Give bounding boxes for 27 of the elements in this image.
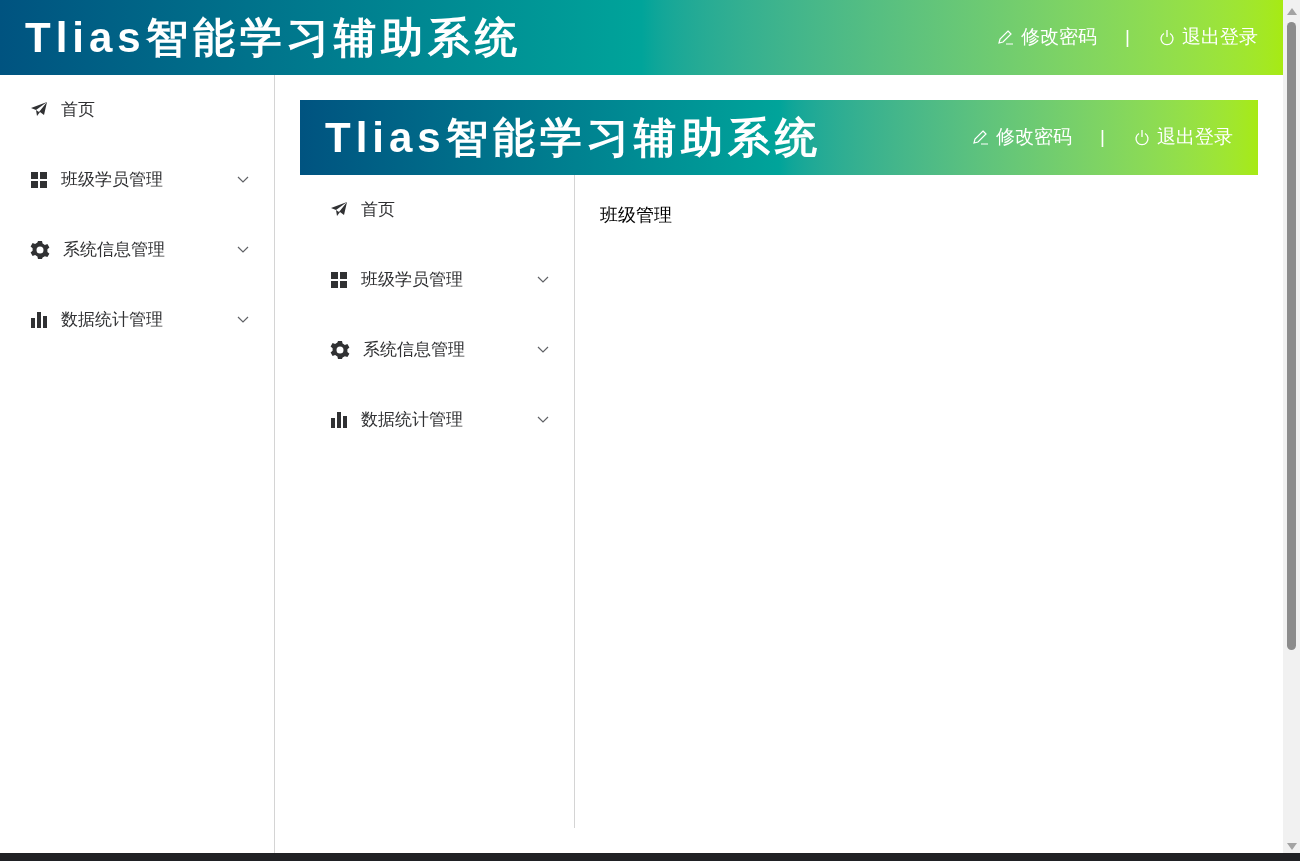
separator: |	[1125, 25, 1130, 50]
pencil-icon	[972, 128, 991, 147]
app-title: Tlias智能学习辅助系统	[25, 13, 522, 63]
pencil-icon	[997, 28, 1016, 47]
content-text: 班级管理	[600, 204, 673, 227]
menu-item[interactable]: 系统信息管理	[0, 215, 274, 285]
scrollbar-thumb[interactable]	[1287, 22, 1296, 650]
grid-icon	[30, 171, 48, 189]
menu-item[interactable]: 系统信息管理	[300, 315, 574, 385]
menu-item[interactable]: 数据统计管理	[0, 285, 274, 355]
separator: |	[1100, 125, 1105, 150]
bar-chart-icon	[30, 311, 48, 329]
power-icon	[1133, 128, 1151, 147]
settings-icon	[330, 340, 350, 360]
menu-item[interactable]: 数据统计管理	[300, 385, 574, 455]
scrollbar[interactable]	[1283, 0, 1300, 853]
grid-icon	[330, 271, 348, 289]
app-title: Tlias智能学习辅助系统	[325, 113, 822, 163]
menu-item[interactable]: 首页	[0, 75, 274, 145]
menu-item[interactable]: 班级学员管理	[300, 245, 574, 315]
menu-item[interactable]: 班级学员管理	[0, 145, 274, 215]
scroll-down-icon[interactable]	[1286, 843, 1297, 851]
power-icon	[1158, 28, 1176, 47]
settings-icon	[30, 240, 50, 260]
scroll-up-icon[interactable]	[1286, 7, 1297, 15]
bar-chart-icon	[330, 411, 348, 429]
menu-item[interactable]: 首页	[300, 175, 574, 245]
